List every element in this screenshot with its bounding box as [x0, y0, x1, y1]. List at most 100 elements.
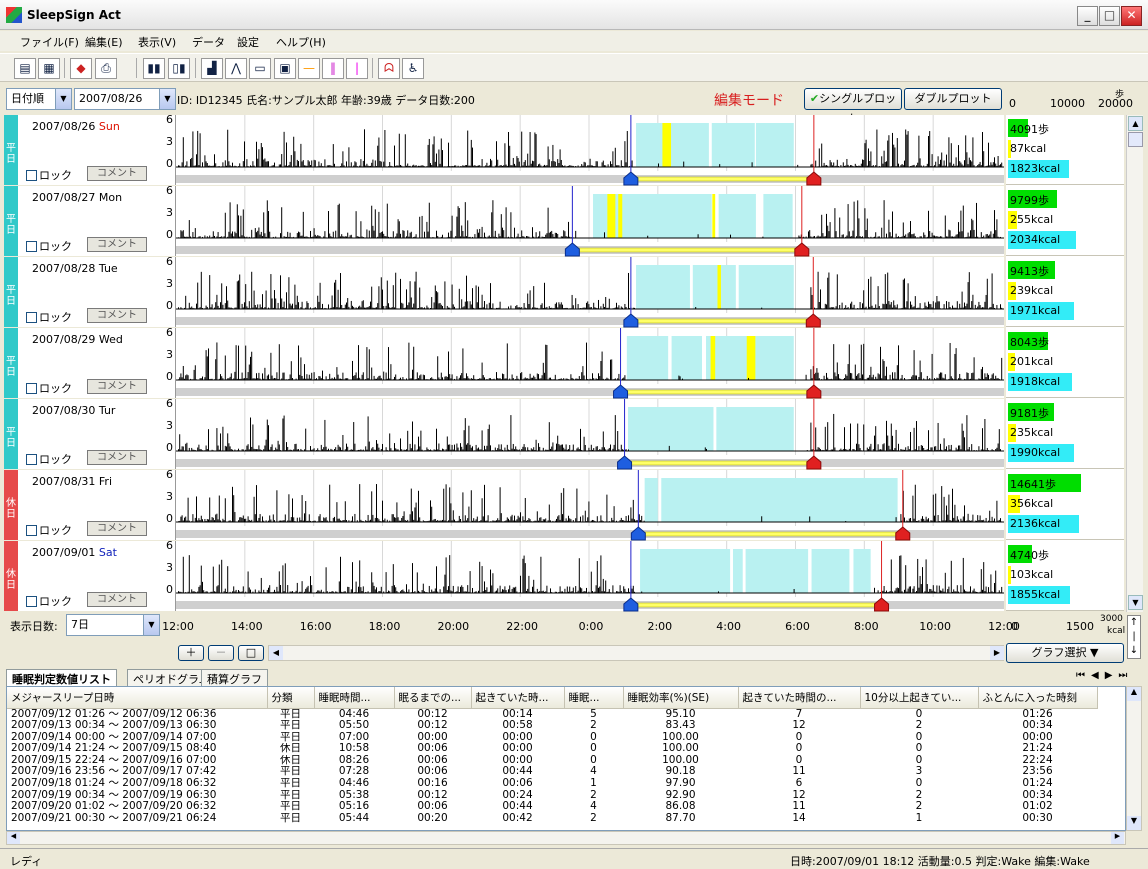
- vline-icon[interactable]: ‖: [322, 58, 344, 79]
- table-row[interactable]: 2007/09/19 00:34 ～ 2007/09/19 06:30 平日 05:…: [7, 790, 1097, 802]
- column-header[interactable]: 睡眠...: [564, 687, 624, 709]
- sleep-start-handle[interactable]: [623, 171, 639, 186]
- sleep-start-handle[interactable]: [617, 455, 633, 470]
- lock-checkbox[interactable]: ロック: [26, 451, 72, 467]
- sleep-end-handle[interactable]: [806, 455, 822, 470]
- scroll-down-icon[interactable]: ▼: [1127, 816, 1141, 830]
- maximize-button[interactable]: □: [1099, 6, 1120, 26]
- sleep-person-icon[interactable]: ᗣ: [378, 58, 400, 79]
- column-header[interactable]: 起きていた時間の...: [738, 687, 861, 709]
- day-type-stripe[interactable]: 平日: [4, 115, 18, 185]
- column-header[interactable]: ふとんに入った時刻: [978, 687, 1098, 709]
- activity-plot[interactable]: 630: [166, 326, 1004, 399]
- table-row[interactable]: 2007/09/18 01:24 ～ 2007/09/18 06:32 平日 04:…: [7, 778, 1097, 790]
- column-header[interactable]: 分類: [267, 687, 315, 709]
- histogram-icon[interactable]: ▟: [201, 58, 223, 79]
- table-row[interactable]: 2007/09/16 23:56 ～ 2007/09/17 07:42 平日 07:…: [7, 766, 1097, 778]
- save-icon[interactable]: ▦: [38, 58, 60, 79]
- activity-plot[interactable]: 630: [166, 468, 1004, 541]
- menu-edit[interactable]: 編集(E): [85, 34, 123, 50]
- import-icon[interactable]: ◆: [70, 58, 92, 79]
- print-icon[interactable]: ⎙: [95, 58, 117, 79]
- close-button[interactable]: ✕: [1121, 6, 1142, 26]
- table-row[interactable]: 2007/09/13 00:34 ～ 2007/09/13 06:30 平日 05:…: [7, 720, 1097, 732]
- bar-plot-icon[interactable]: ▮▮: [143, 58, 165, 79]
- column-header[interactable]: 睡眠効率(%)(SE): [623, 687, 739, 709]
- table-row[interactable]: 2007/09/14 21:24 ～ 2007/09/15 08:40 休日 10:…: [7, 743, 1097, 755]
- table-row[interactable]: 2007/09/21 00:30 ～ 2007/09/21 06:24 平日 05:…: [7, 813, 1097, 825]
- vertical-scrollbar[interactable]: ▲ ▼: [1126, 115, 1143, 612]
- date-select[interactable]: 2007/08/26 ▼: [74, 88, 176, 110]
- frame-icon[interactable]: ▭: [249, 58, 271, 79]
- comment-button[interactable]: コメント: [87, 237, 147, 252]
- day-type-stripe[interactable]: 平日: [4, 186, 18, 256]
- scroll-left-icon[interactable]: ◀: [269, 646, 283, 660]
- fill-icon[interactable]: ▣: [274, 58, 296, 79]
- zoom-in-button[interactable]: ＋: [178, 645, 204, 661]
- lock-checkbox[interactable]: ロック: [26, 522, 72, 538]
- column-header[interactable]: メジャースリープ日時: [7, 687, 268, 709]
- comment-button[interactable]: コメント: [87, 450, 147, 465]
- day-type-stripe[interactable]: 平日: [4, 399, 18, 469]
- column-header[interactable]: 睡眠時間...: [314, 687, 395, 709]
- tab-cumulative-graph[interactable]: 積算グラフ: [201, 669, 268, 686]
- sleep-start-handle[interactable]: [630, 526, 646, 541]
- menu-file[interactable]: ファイル(F): [20, 34, 79, 50]
- minimize-button[interactable]: _: [1077, 6, 1098, 26]
- activity-plot[interactable]: 630: [166, 113, 1004, 186]
- walk-person-icon[interactable]: ♿: [402, 58, 424, 79]
- sleep-start-handle[interactable]: [623, 597, 639, 612]
- bar-plot-alt-icon[interactable]: ▯▮: [168, 58, 190, 79]
- column-header[interactable]: 起きていた時...: [471, 687, 565, 709]
- day-type-stripe[interactable]: 平日: [4, 257, 18, 327]
- table-horizontal-scrollbar[interactable]: ◀ ▶: [6, 831, 1126, 845]
- menu-view[interactable]: 表示(V): [138, 34, 176, 50]
- comment-button[interactable]: コメント: [87, 379, 147, 394]
- table-row[interactable]: 2007/09/12 01:26 ～ 2007/09/12 06:36 平日 04:…: [7, 708, 1097, 720]
- column-header[interactable]: 10分以上起きてい...: [860, 687, 979, 709]
- sort-select[interactable]: 日付順 ▼: [6, 88, 72, 110]
- open-folder-icon[interactable]: ▤: [14, 58, 36, 79]
- sleep-start-handle[interactable]: [564, 242, 580, 257]
- table-row[interactable]: 2007/09/14 00:00 ～ 2007/09/14 07:00 平日 07:…: [7, 732, 1097, 744]
- activity-plot[interactable]: 630: [166, 397, 1004, 470]
- scroll-right-icon[interactable]: ▶: [1111, 832, 1124, 844]
- sleep-end-handle[interactable]: [805, 313, 821, 328]
- table-row[interactable]: 2007/09/20 01:02 ～ 2007/09/20 06:32 平日 05:…: [7, 801, 1097, 813]
- comment-button[interactable]: コメント: [87, 308, 147, 323]
- activity-plot[interactable]: 630: [166, 184, 1004, 257]
- tab-sleep-list[interactable]: 睡眠判定数値リスト: [6, 669, 117, 687]
- zoom-out-button[interactable]: －: [208, 645, 234, 661]
- day-type-stripe[interactable]: 平日: [4, 328, 18, 398]
- sleep-end-handle[interactable]: [806, 384, 822, 399]
- hline-icon[interactable]: —: [298, 58, 320, 79]
- menu-data[interactable]: データ: [192, 34, 225, 50]
- lock-checkbox[interactable]: ロック: [26, 380, 72, 396]
- single-plot-button[interactable]: ✔シングルプロット: [804, 88, 902, 125]
- column-header[interactable]: 眠るまでの...: [394, 687, 472, 709]
- sleep-end-handle[interactable]: [806, 171, 822, 186]
- lock-checkbox[interactable]: ロック: [26, 593, 72, 609]
- comment-button[interactable]: コメント: [87, 521, 147, 536]
- double-plot-button[interactable]: ダブルプロット: [904, 88, 1002, 110]
- scroll-down-icon[interactable]: ▼: [1128, 595, 1143, 610]
- day-type-stripe[interactable]: 休日: [4, 470, 18, 540]
- marker-icon[interactable]: |: [346, 58, 368, 79]
- sleep-end-handle[interactable]: [895, 526, 911, 541]
- scroll-left-icon[interactable]: ◀: [7, 832, 20, 844]
- splitter-icon[interactable]: ↑ | ↓: [1127, 615, 1141, 659]
- table-row[interactable]: 2007/09/15 22:24 ～ 2007/09/16 07:00 休日 08:…: [7, 755, 1097, 767]
- tab-nav-icons[interactable]: ⏮◀▶⏭: [1076, 670, 1133, 681]
- lock-checkbox[interactable]: ロック: [26, 167, 72, 183]
- scroll-right-icon[interactable]: ▶: [990, 646, 1004, 660]
- sleep-end-handle[interactable]: [794, 242, 810, 257]
- horizontal-scrollbar[interactable]: ◀ ▶: [268, 645, 1004, 661]
- activity-plot[interactable]: 630: [166, 255, 1004, 328]
- table-vertical-scrollbar[interactable]: ▲ ▼: [1126, 686, 1142, 831]
- fit-button[interactable]: □: [238, 645, 264, 661]
- scroll-up-icon[interactable]: ▲: [1127, 687, 1141, 701]
- comment-button[interactable]: コメント: [87, 592, 147, 607]
- sleep-start-handle[interactable]: [623, 313, 639, 328]
- sleep-start-handle[interactable]: [613, 384, 629, 399]
- menu-settings[interactable]: 設定: [237, 34, 259, 50]
